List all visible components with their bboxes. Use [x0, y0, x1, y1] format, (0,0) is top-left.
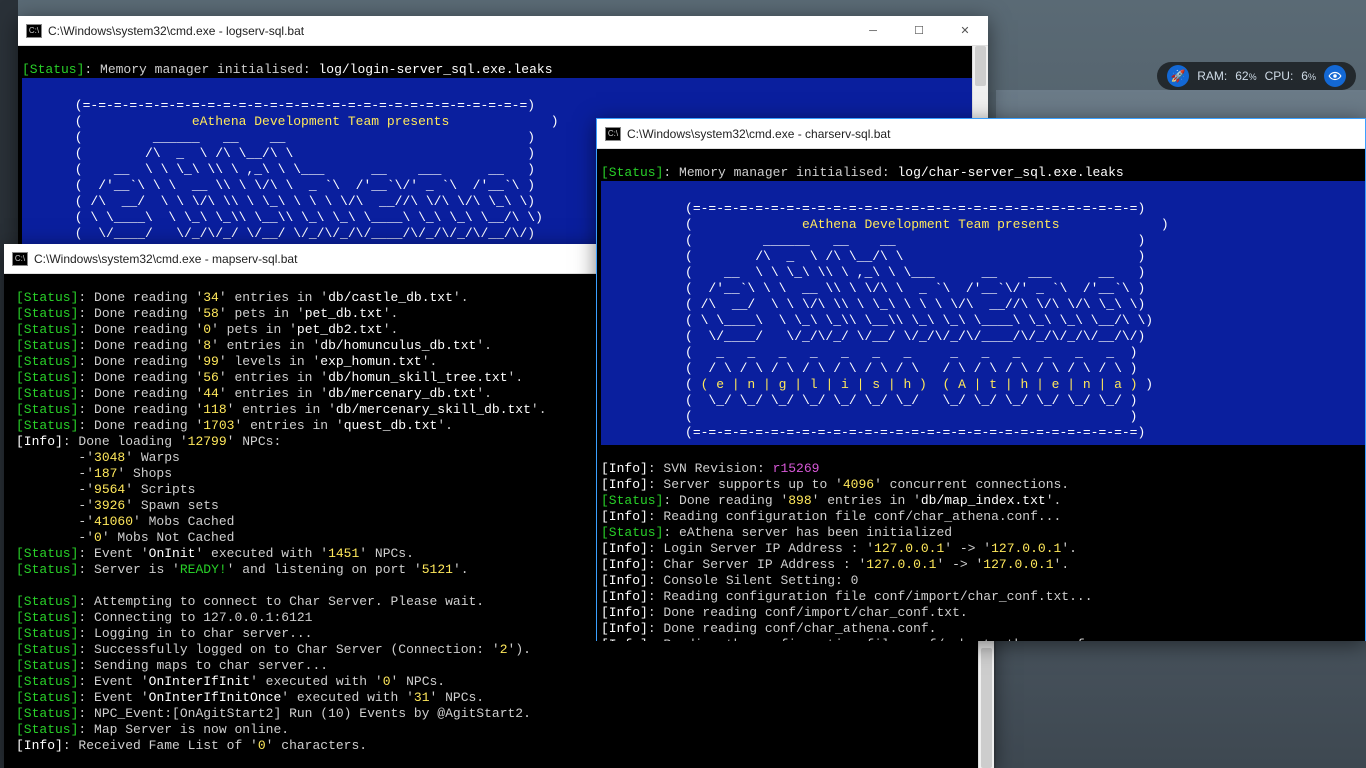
rocket-icon: 🚀 — [1167, 65, 1189, 87]
eye-icon[interactable] — [1324, 65, 1346, 87]
window-title: C:\Windows\system32\cmd.exe - logserv-sq… — [48, 24, 304, 38]
cpu-label: CPU: — [1265, 69, 1294, 83]
ram-label: RAM: — [1197, 69, 1227, 83]
login-mem-line: Memory manager initialised: — [100, 62, 318, 77]
cmd-icon: C:\ — [605, 127, 621, 141]
cmd-window-charserv[interactable]: C:\ C:\Windows\system32\cmd.exe - charse… — [596, 118, 1366, 641]
cmd-icon: C:\ — [12, 252, 28, 266]
terminal-output[interactable]: [Status]: Memory manager initialised: lo… — [597, 149, 1365, 641]
minimize-button[interactable]: ─ — [850, 16, 896, 46]
maximize-button[interactable]: ☐ — [896, 16, 942, 46]
scrollbar-thumb[interactable] — [981, 648, 992, 768]
close-button[interactable]: ✕ — [942, 16, 988, 46]
eathena-banner: (=-=-=-=-=-=-=-=-=-=-=-=-=-=-=-=-=-=-=-=… — [601, 181, 1365, 445]
ram-value: 62 — [1235, 69, 1248, 83]
title-bar[interactable]: C:\ C:\Windows\system32\cmd.exe - charse… — [597, 119, 1365, 149]
window-title: C:\Windows\system32\cmd.exe - charserv-s… — [627, 127, 890, 141]
cmd-icon: C:\ — [26, 24, 42, 38]
cpu-value: 6 — [1301, 69, 1308, 83]
window-title: C:\Windows\system32\cmd.exe - mapserv-sq… — [34, 252, 297, 266]
system-monitor-overlay: 🚀 RAM: 62% CPU: 6% — [1157, 62, 1356, 90]
title-bar[interactable]: C:\ C:\Windows\system32\cmd.exe - logser… — [18, 16, 988, 46]
scrollbar-thumb[interactable] — [975, 46, 986, 86]
